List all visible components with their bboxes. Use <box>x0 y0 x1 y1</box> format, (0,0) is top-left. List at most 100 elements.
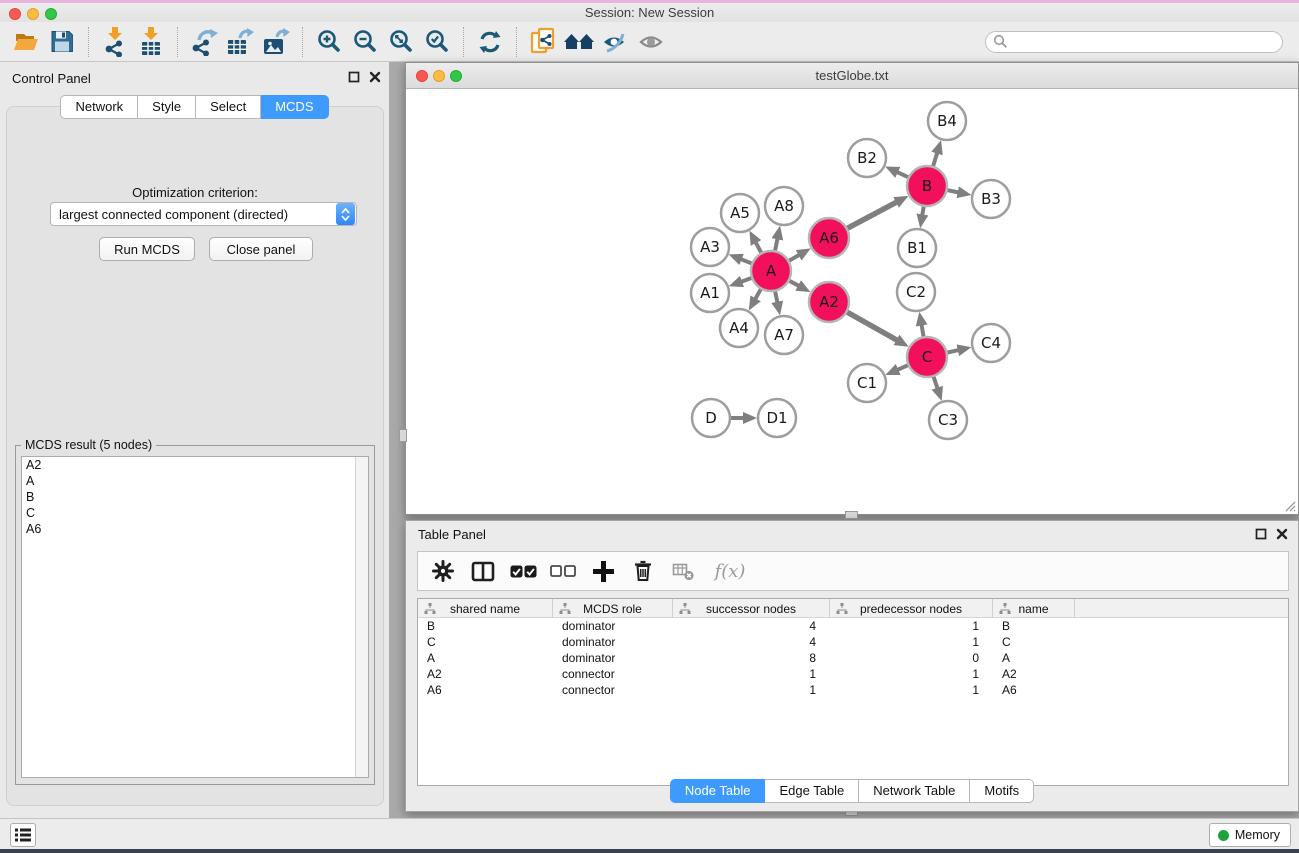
table-cell[interactable]: 1 <box>830 618 993 634</box>
close-panel-icon[interactable] <box>1276 528 1288 540</box>
criterion-dropdown[interactable]: largest connected component (directed) <box>50 202 357 226</box>
function-builder-button[interactable]: f(x) <box>706 555 754 587</box>
table-cell[interactable]: 1 <box>830 634 993 650</box>
network-graph-canvas[interactable]: B4B2BB3A8A5A6A3B1AA1C2A2A4A7C4CC1DD1C3 <box>406 89 1298 514</box>
zoom-selected-button[interactable] <box>419 25 455 59</box>
show-graphics-details-button[interactable] <box>633 25 669 59</box>
memory-button[interactable]: Memory <box>1209 823 1291 847</box>
table-options-button[interactable] <box>426 555 460 587</box>
table-cell[interactable]: dominator <box>553 618 673 634</box>
table-row[interactable]: A6connector11A6 <box>418 682 1288 698</box>
table-cell[interactable]: 0 <box>830 650 993 666</box>
column-header-name[interactable]: name <box>993 599 1075 618</box>
graph-edge-B-B4[interactable] <box>933 152 937 166</box>
table-cell[interactable]: dominator <box>553 634 673 650</box>
tab-network[interactable]: Network <box>60 95 138 119</box>
table-cell[interactable]: dominator <box>553 650 673 666</box>
table-row[interactable]: Cdominator41C <box>418 634 1288 650</box>
network-window-titlebar[interactable]: testGlobe.txt <box>406 63 1298 89</box>
graph-edge-A6-B[interactable] <box>848 201 898 228</box>
home-button[interactable] <box>561 25 597 59</box>
tab-style[interactable]: Style <box>138 95 196 119</box>
graph-edge-A2-C[interactable] <box>847 312 898 341</box>
mcds-scrollbar[interactable] <box>355 457 368 777</box>
table-cell[interactable]: C <box>993 634 1075 650</box>
graph-edge-A-A4[interactable] <box>755 289 761 300</box>
tab-edge-table[interactable]: Edge Table <box>765 779 859 803</box>
table-cell[interactable]: 8 <box>673 650 830 666</box>
export-table-button[interactable] <box>222 25 258 59</box>
graph-edge-A-A3[interactable] <box>740 259 752 264</box>
deselect-all-button[interactable] <box>546 555 580 587</box>
zoom-fit-button[interactable] <box>383 25 419 59</box>
table-cell[interactable]: B <box>993 618 1075 634</box>
mcds-result-item[interactable]: A2 <box>22 457 354 473</box>
tab-select[interactable]: Select <box>196 95 261 119</box>
float-panel-icon[interactable] <box>348 71 360 83</box>
zoom-out-button[interactable] <box>347 25 383 59</box>
import-table-button[interactable] <box>133 25 169 59</box>
maximize-window-button[interactable] <box>45 8 57 20</box>
minimize-window-button[interactable] <box>27 8 39 20</box>
tab-mcds[interactable]: MCDS <box>261 95 328 119</box>
network-close-button[interactable] <box>416 70 428 82</box>
window-resize-grip[interactable] <box>1282 498 1296 512</box>
graph-edge-C-C1[interactable] <box>896 365 907 370</box>
graph-edge-B-B1[interactable] <box>922 207 924 217</box>
graph-edge-C-C3[interactable] <box>934 377 938 390</box>
graph-edge-A-A5[interactable] <box>755 241 761 252</box>
save-session-button[interactable] <box>44 25 80 59</box>
graph-edge-A-A6[interactable] <box>789 254 800 260</box>
table-row[interactable]: Adominator80A <box>418 650 1288 666</box>
tab-network-table[interactable]: Network Table <box>859 779 970 803</box>
mcds-result-item[interactable]: C <box>22 505 354 521</box>
column-header-shared-name[interactable]: shared name <box>418 599 553 618</box>
delete-table-button[interactable] <box>666 555 700 587</box>
table-row[interactable]: A2connector11A2 <box>418 666 1288 682</box>
table-cell[interactable]: 1 <box>673 682 830 698</box>
float-panel-icon[interactable] <box>1255 528 1267 540</box>
table-cell[interactable]: A6 <box>993 682 1075 698</box>
run-mcds-button[interactable]: Run MCDS <box>99 237 195 261</box>
table-cell[interactable]: B <box>418 618 553 634</box>
column-header-predecessor-nodes[interactable]: predecessor nodes <box>830 599 993 618</box>
column-header-MCDS-role[interactable]: MCDS role <box>553 599 673 618</box>
search-input[interactable] <box>1008 33 1282 51</box>
mcds-result-item[interactable]: A6 <box>22 521 354 537</box>
table-cell[interactable]: 4 <box>673 618 830 634</box>
export-image-button[interactable] <box>258 25 294 59</box>
graph-edge-C-C4[interactable] <box>948 350 960 353</box>
hide-graphics-details-button[interactable] <box>597 25 633 59</box>
resize-handle[interactable] <box>399 429 407 442</box>
table-cell[interactable]: 4 <box>673 634 830 650</box>
table-cell[interactable]: connector <box>553 682 673 698</box>
table-cell[interactable]: 1 <box>673 666 830 682</box>
graph-edge-B-B2[interactable] <box>896 172 908 178</box>
table-row[interactable]: Bdominator41B <box>418 618 1288 634</box>
graph-edge-B-B3[interactable] <box>948 190 960 192</box>
table-cell[interactable]: A2 <box>418 666 553 682</box>
graph-edge-C-C2[interactable] <box>921 324 923 337</box>
close-panel-button[interactable]: Close panel <box>209 237 313 261</box>
table-cell[interactable]: A <box>418 650 553 666</box>
open-session-button[interactable] <box>8 25 44 59</box>
mcds-result-item[interactable]: B <box>22 489 354 505</box>
export-network-button[interactable] <box>186 25 222 59</box>
table-cell[interactable]: 1 <box>830 682 993 698</box>
table-cell[interactable]: A <box>993 650 1075 666</box>
select-all-button[interactable] <box>506 555 540 587</box>
search-field[interactable] <box>985 31 1283 53</box>
graph-edge-A-A7[interactable] <box>775 292 777 304</box>
close-panel-icon[interactable] <box>369 71 381 83</box>
table-cell[interactable]: A2 <box>993 666 1075 682</box>
column-header-successor-nodes[interactable]: successor nodes <box>673 599 830 618</box>
zoom-in-button[interactable] <box>311 25 347 59</box>
resize-handle[interactable] <box>845 511 858 519</box>
table-cell[interactable]: A6 <box>418 682 553 698</box>
graph-edge-A-A2[interactable] <box>790 281 800 287</box>
graph-edge-A-A8[interactable] <box>775 237 778 250</box>
table-cell[interactable]: 1 <box>830 666 993 682</box>
table-cell[interactable]: connector <box>553 666 673 682</box>
mcds-result-item[interactable]: A <box>22 473 354 489</box>
toggle-columns-button[interactable] <box>466 555 500 587</box>
